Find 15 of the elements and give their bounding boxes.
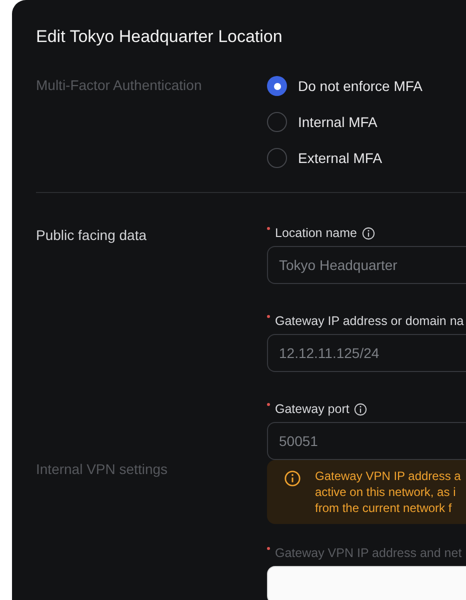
warning-icon <box>284 470 301 487</box>
input-field[interactable]: 12.12.11.125/24 <box>267 334 466 372</box>
dialog-title: Edit Tokyo Headquarter Location <box>36 26 284 48</box>
field-label: Gateway port <box>275 402 350 416</box>
section-label: Multi-Factor Authentication <box>36 76 203 95</box>
info-icon[interactable] <box>354 402 368 416</box>
section-label: Public facing data <box>36 226 148 245</box>
warning-text: Gateway VPN IP address a active on this network, as i from the current network f <box>315 468 461 516</box>
info-icon[interactable] <box>362 226 376 240</box>
field-label: Location name <box>275 226 358 240</box>
input-field[interactable]: Tokyo Headquarter <box>267 246 466 284</box>
input-field[interactable] <box>267 566 466 600</box>
field-label: Gateway IP address or domain na <box>275 314 464 328</box>
field-label: Gateway VPN IP address and net <box>275 546 462 560</box>
section-label: Internal VPN settings <box>36 460 169 479</box>
